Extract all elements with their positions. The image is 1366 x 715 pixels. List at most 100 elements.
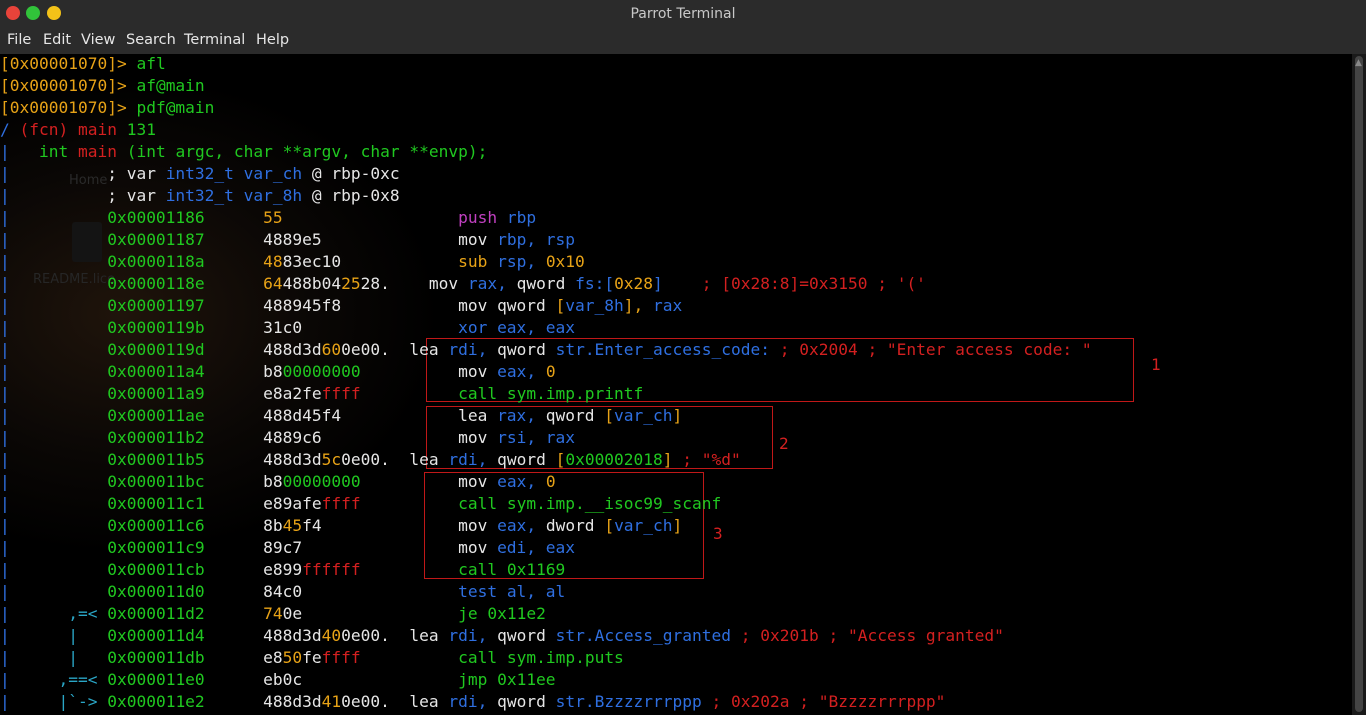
terminal-line: [0x00001070]> pdf@main (0, 97, 214, 119)
terminal-text-segment: 488d3d (263, 450, 322, 469)
terminal-text-segment: | (0, 494, 10, 513)
terminal-text-segment: eb0c (263, 670, 303, 689)
terminal-line: | 0x000011d0 84c0 test al, al (0, 581, 565, 603)
terminal-text-segment: lea (409, 692, 449, 711)
terminal-text-segment: rsp, (497, 252, 546, 271)
terminal-text-segment: 0e00 (341, 626, 381, 645)
vertical-scrollbar[interactable]: ▲ (1352, 54, 1366, 715)
terminal-text-segment: [0x00001070]> (0, 98, 137, 117)
terminal-text-segment: ] (672, 406, 683, 425)
terminal-text-segment: rbp, rsp (497, 230, 576, 249)
terminal-text-segment: 0x00001197 (9, 296, 205, 315)
terminal-text-segment: ,==< (9, 670, 108, 689)
terminal-line: | 0x0000119d 488d3d600e00. lea rdi, qwor… (0, 339, 1092, 361)
menu-search[interactable]: Search (126, 32, 176, 48)
terminal-output[interactable]: Home README.lice 1 2 3 [0x00001070]> afl… (0, 54, 1352, 715)
menu-view[interactable]: View (81, 32, 115, 48)
terminal-text-segment: 0x000011bc (9, 472, 205, 491)
terminal-text-segment: 0x000011cb (9, 560, 205, 579)
terminal-text-segment: sub (458, 252, 498, 271)
terminal-text-segment: fs:[ (575, 274, 615, 293)
terminal-line: | 0x00001197 488945f8 mov qword [var_8h]… (0, 295, 682, 317)
terminal-text-segment: | (0, 560, 10, 579)
terminal-text-segment: 74 (263, 604, 283, 623)
terminal-text-segment: str.Enter_access_code: (555, 340, 780, 359)
terminal-text-segment: str.Bzzzzrrrppp (555, 692, 712, 711)
terminal-text-segment: 00000000 (282, 472, 361, 491)
terminal-text-segment: 0x11ee (497, 670, 556, 689)
terminal-text-segment: 0x11e2 (487, 604, 546, 623)
terminal-text-segment: | (0, 142, 10, 161)
terminal-line: | 0x0000118e 64488b042528. mov rax, qwor… (0, 273, 926, 295)
terminal-text-segment: 25 (341, 274, 361, 293)
menu-file[interactable]: File (7, 32, 31, 48)
terminal-text-segment: 0e (282, 604, 303, 623)
terminal-text-segment: @ rbp-0x8 (311, 186, 400, 205)
terminal-text-segment: 0x000011a9 (9, 384, 205, 403)
scroll-up-arrow-icon[interactable]: ▲ (1355, 58, 1362, 68)
terminal-line: | ,=< 0x000011d2 740e je 0x11e2 (0, 603, 546, 625)
terminal-text-segment: str.Access_granted (555, 626, 741, 645)
terminal-line: | 0x000011a9 e8a2feffff call sym.imp.pri… (0, 383, 643, 405)
terminal-text-segment: 0x000011db (107, 648, 205, 667)
terminal-text-segment: [ (604, 406, 615, 425)
menu-edit[interactable]: Edit (43, 32, 71, 48)
terminal-text-segment: | (0, 340, 10, 359)
terminal-text-segment: int32_t var_8h (165, 186, 312, 205)
terminal-text-segment: je (458, 604, 488, 623)
terminal-text-segment: call (458, 560, 507, 579)
terminal-text-segment: . (380, 626, 390, 645)
title-bar: Parrot Terminal (0, 0, 1366, 29)
terminal-text-segment: 0x0000119b (9, 318, 205, 337)
terminal-text-segment: . (380, 274, 390, 293)
terminal-text-segment: call (458, 648, 507, 667)
terminal-text-segment: ffff (321, 384, 361, 403)
terminal-text-segment: var_ch (614, 516, 673, 535)
terminal-text-segment: | (0, 538, 10, 557)
terminal-line: [0x00001070]> af@main (0, 75, 205, 97)
terminal-text-segment: / (0, 120, 20, 139)
menu-terminal[interactable]: Terminal (184, 32, 245, 48)
terminal-text-segment: mov (428, 274, 468, 293)
terminal-text-segment: 5c (321, 450, 342, 469)
terminal-text-segment: ,=< (9, 604, 108, 623)
terminal-text-segment: 0e00 (341, 340, 381, 359)
terminal-text-segment: 488b04 (282, 274, 342, 293)
terminal-text-segment: e899 (263, 560, 303, 579)
terminal-text-segment: | (0, 384, 10, 403)
terminal-text-segment: ], (623, 296, 654, 315)
terminal-text-segment: | (0, 274, 10, 293)
terminal-text-segment: pdf@main (136, 98, 215, 117)
menu-help[interactable]: Help (256, 32, 289, 48)
terminal-text-segment: 48 (263, 252, 283, 271)
terminal-text-segment: ; "%d" (682, 450, 741, 469)
terminal-text-segment: qword (516, 274, 576, 293)
terminal-text-segment: [ (604, 516, 615, 535)
terminal-line: | 0x000011a4 b800000000 mov eax, 0 (0, 361, 556, 383)
terminal-text-segment: f4 (302, 516, 322, 535)
terminal-text-segment: 4889e5 (263, 230, 322, 249)
terminal-line: / (fcn) main 131 (0, 119, 156, 141)
terminal-text-segment: | (0, 648, 10, 667)
terminal-line: | | 0x000011db e850feffff call sym.imp.p… (0, 647, 624, 669)
terminal-line: | ; var int32_t var_ch @ rbp-0xc (0, 163, 400, 185)
terminal-text-segment: | (0, 208, 10, 227)
terminal-line: | ,==< 0x000011e0 eb0c jmp 0x11ee (0, 669, 556, 691)
terminal-text-segment: | (0, 428, 10, 447)
scrollbar-thumb[interactable] (1355, 56, 1363, 712)
